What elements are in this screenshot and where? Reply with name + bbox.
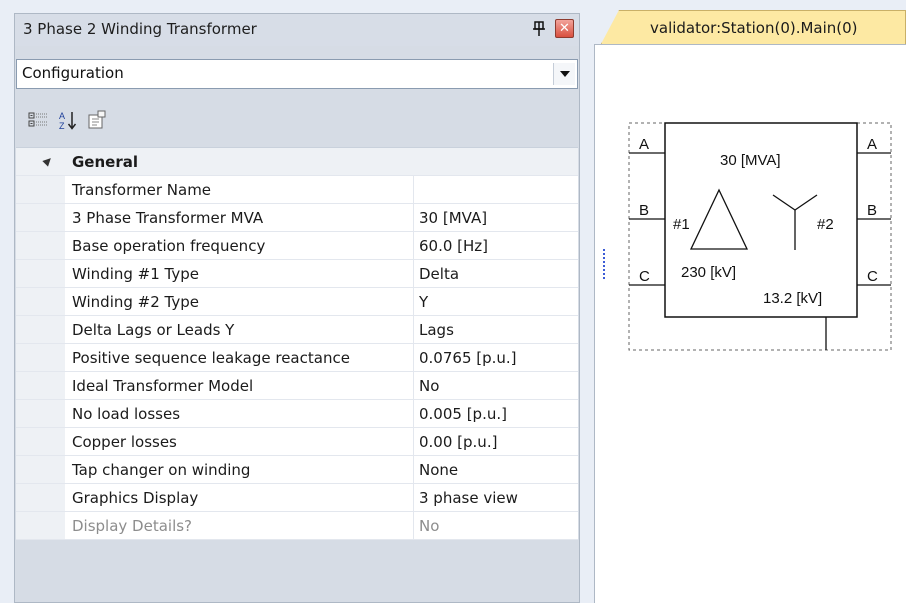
property-grid: General Transformer Name 3 Phase Transfor… [16,147,578,540]
property-name: Delta Lags or Leads Y [65,316,414,343]
property-name: Copper losses [65,428,414,455]
row-margin [16,456,65,483]
configuration-selected-value: Configuration [22,64,124,82]
property-name: Transformer Name [65,176,414,203]
panel-title: 3 Phase 2 Winding Transformer [23,20,257,38]
close-button[interactable]: ✕ [555,19,574,38]
category-row-general[interactable]: General [16,148,578,176]
property-row[interactable]: Positive sequence leakage reactance 0.076… [16,344,578,372]
property-row[interactable]: Base operation frequency 60.0 [Hz] [16,232,578,260]
row-margin [16,372,65,399]
property-value[interactable]: Lags [415,316,578,343]
property-value[interactable]: No [415,512,578,539]
phase-label-left-a: A [639,136,649,153]
row-margin [16,316,65,343]
property-row[interactable]: Delta Lags or Leads Y Lags [16,316,578,344]
svg-text:A: A [59,111,65,121]
transformer-component[interactable]: A B C A B C 30 [MVA] #1 #2 230 [kV] 13.2… [595,45,906,603]
chevron-down-icon[interactable] [553,63,575,85]
close-icon: ✕ [559,21,570,36]
row-margin [16,232,65,259]
property-name: Graphics Display [65,484,414,511]
voltage2-label: 13.2 [kV] [763,290,822,307]
alphabetical-sort-icon[interactable]: A Z [56,108,80,134]
configuration-dropdown[interactable]: Configuration [16,59,578,89]
property-row[interactable]: 3 Phase Transformer MVA 30 [MVA] [16,204,578,232]
property-row[interactable]: Winding #1 Type Delta [16,260,578,288]
properties-panel: 3 Phase 2 Winding Transformer ✕ Configur… [14,13,580,603]
collapse-icon[interactable] [42,155,54,167]
property-value[interactable]: 3 phase view [415,484,578,511]
categorized-icon[interactable] [27,108,51,134]
property-name: Positive sequence leakage reactance [65,344,414,371]
document-tab[interactable]: validator:Station(0).Main(0) [601,10,906,44]
property-row[interactable]: Ideal Transformer Model No [16,372,578,400]
phase-label-right-a: A [867,136,877,153]
property-name: Base operation frequency [65,232,414,259]
property-value[interactable] [415,176,578,203]
property-value[interactable]: None [415,456,578,483]
row-margin [16,344,65,371]
property-value[interactable]: Y [415,288,578,315]
property-row[interactable]: No load losses 0.005 [p.u.] [16,400,578,428]
document-tab-label: validator:Station(0).Main(0) [650,19,858,37]
phase-label-right-b: B [867,202,877,219]
property-value[interactable]: 0.005 [p.u.] [415,400,578,427]
property-row[interactable]: Display Details? No [16,512,578,540]
row-margin [16,512,65,539]
property-name: Display Details? [65,512,414,539]
application-window: 3 Phase 2 Winding Transformer ✕ Configur… [0,0,906,603]
row-margin [16,288,65,315]
panel-title-bar: 3 Phase 2 Winding Transformer ✕ [15,14,579,46]
property-name: Tap changer on winding [65,456,414,483]
property-value[interactable]: 0.0765 [p.u.] [415,344,578,371]
property-value[interactable]: 60.0 [Hz] [415,232,578,259]
phase-label-right-c: C [867,268,878,285]
property-value[interactable]: No [415,372,578,399]
property-value[interactable]: 30 [MVA] [415,204,578,231]
property-name: No load losses [65,400,414,427]
property-value[interactable]: 0.00 [p.u.] [415,428,578,455]
category-label: General [65,148,414,175]
property-row[interactable]: Winding #2 Type Y [16,288,578,316]
schematic-canvas[interactable]: A B C A B C 30 [MVA] #1 #2 230 [kV] 13.2… [594,44,906,603]
property-name: 3 Phase Transformer MVA [65,204,414,231]
row-margin [16,176,65,203]
property-name: Winding #2 Type [65,288,414,315]
property-row[interactable]: Graphics Display 3 phase view [16,484,578,512]
voltage1-label: 230 [kV] [681,264,736,281]
phase-label-left-b: B [639,202,649,219]
row-margin [16,204,65,231]
row-margin [16,400,65,427]
property-name: Ideal Transformer Model [65,372,414,399]
row-margin [16,260,65,287]
property-row[interactable]: Tap changer on winding None [16,456,578,484]
winding2-label: #2 [817,216,834,233]
row-margin [16,148,65,175]
winding1-label: #1 [673,216,690,233]
property-pages-icon[interactable] [85,108,109,134]
property-name: Winding #1 Type [65,260,414,287]
svg-text:Z: Z [59,121,65,131]
pin-icon[interactable] [531,19,547,39]
rating-label: 30 [MVA] [720,152,781,169]
property-toolbar: A Z [16,104,578,146]
phase-label-left-c: C [639,268,650,285]
row-margin [16,484,65,511]
property-rows: Transformer Name 3 Phase Transformer MVA 3… [16,176,578,540]
row-margin [16,428,65,455]
property-value[interactable]: Delta [415,260,578,287]
property-row[interactable]: Copper losses 0.00 [p.u.] [16,428,578,456]
property-row[interactable]: Transformer Name [16,176,578,204]
